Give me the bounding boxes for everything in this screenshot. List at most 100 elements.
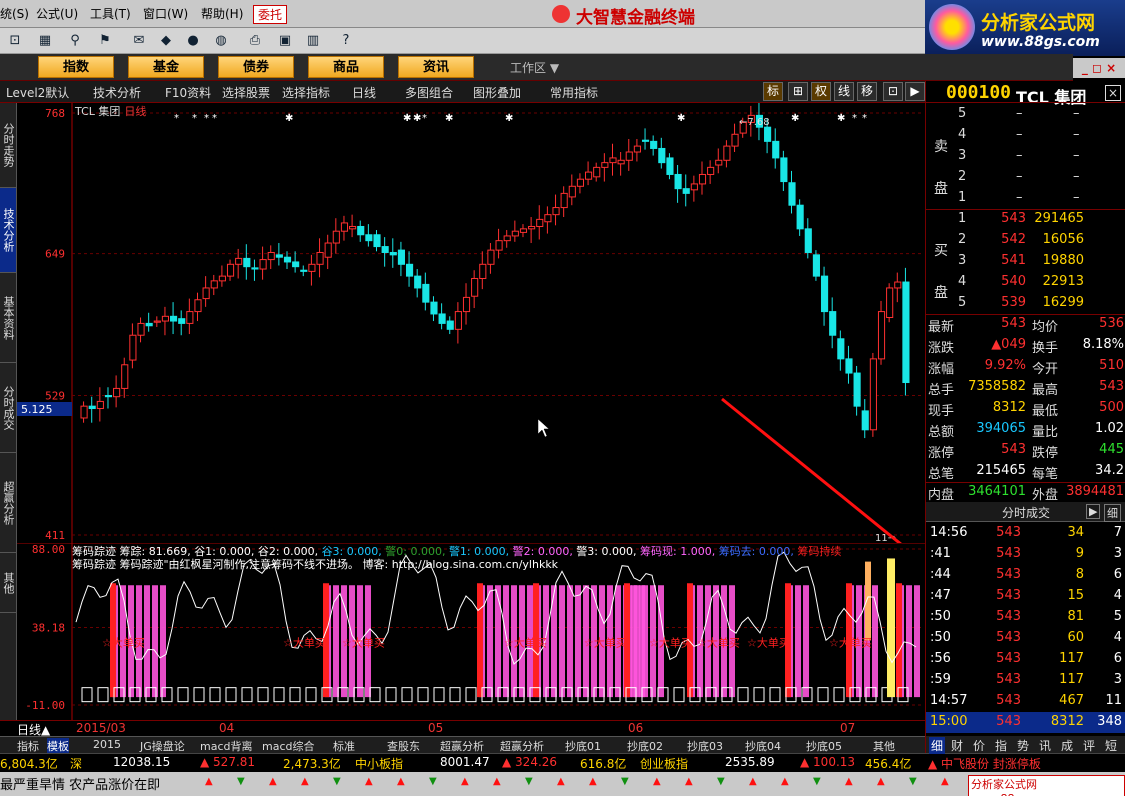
func-common-indicator[interactable]: 常用指标	[550, 84, 598, 101]
indicator-tab[interactable]: 抄底01	[565, 738, 601, 754]
stop-icon[interactable]: ●	[184, 32, 202, 50]
tick-count: 348	[1097, 714, 1122, 729]
mark-button[interactable]: 标	[763, 82, 783, 101]
nav-index-button[interactable]: 指数	[38, 56, 114, 78]
ticker-item[interactable]: ▲ 527.81	[200, 755, 255, 769]
news-icon[interactable]: ✉	[130, 32, 148, 50]
ticker-item[interactable]: 6,804.3亿	[0, 755, 58, 772]
func-level2[interactable]: Level2默认	[6, 84, 69, 101]
ticker-item[interactable]: ▲ 100.13	[800, 755, 855, 769]
menu-help[interactable]: 帮助(H)	[201, 5, 243, 22]
ticker-item[interactable]: 2,473.3亿	[283, 755, 341, 772]
func-daily[interactable]: 日线	[352, 84, 376, 101]
books-icon[interactable]: ▥	[304, 32, 322, 50]
indicator-tab[interactable]: 其他	[873, 738, 895, 754]
menu-formula[interactable]: 公式(U)	[36, 5, 78, 22]
binoculars-icon[interactable]: ⚲	[66, 32, 84, 50]
func-overlay[interactable]: 图形叠加	[473, 84, 521, 101]
indicator-tab[interactable]: 标准	[333, 738, 355, 754]
right-tab[interactable]: 短	[1105, 737, 1117, 754]
right-tab[interactable]: 财	[951, 737, 963, 754]
ticker-item[interactable]: 616.8亿	[580, 755, 626, 772]
vtab-intraday[interactable]: 分时走势	[0, 103, 16, 188]
rights-button[interactable]: 权	[811, 82, 831, 101]
weituo-button[interactable]: 委托	[253, 5, 288, 24]
right-tab[interactable]: 讯	[1039, 737, 1051, 754]
window-controls[interactable]: _ ◻ ×	[1073, 58, 1125, 78]
close-icon[interactable]: ×	[1105, 85, 1121, 101]
line-button[interactable]: 线	[834, 82, 854, 101]
next-button[interactable]: ▶	[905, 82, 925, 101]
connect-icon[interactable]: ⊡	[6, 32, 24, 50]
frame-button[interactable]: ⊡	[883, 82, 903, 101]
ticker-item[interactable]: 8001.47	[440, 755, 490, 769]
vtab-other[interactable]: 其他	[0, 553, 16, 613]
vtab-ticks[interactable]: 分时成交	[0, 363, 16, 453]
ticker-item[interactable]: ▲ 324.26	[502, 755, 557, 769]
indicator-tab[interactable]: 模板	[47, 738, 69, 754]
func-multi-chart[interactable]: 多图组合	[405, 84, 453, 101]
menu-system[interactable]: 统(S)	[0, 5, 29, 22]
nav-commodity-button[interactable]: 商品	[308, 56, 384, 78]
func-select-stock[interactable]: 选择股票	[222, 84, 270, 101]
right-tab[interactable]: 评	[1083, 737, 1095, 754]
indicator-tab[interactable]: 抄底03	[687, 738, 723, 754]
indicator-tab[interactable]: JG操盘论	[140, 738, 185, 754]
vtab-super-analysis[interactable]: 超赢分析	[0, 453, 16, 553]
stat-value: 445	[1099, 442, 1124, 457]
candle-body	[707, 166, 715, 175]
right-tab[interactable]: 细	[929, 737, 946, 754]
indicator-tab[interactable]: 查股东	[387, 738, 420, 754]
kline-chart[interactable]: 7686495294115.125* * * * ✱ ✱ ✱ * ✱ ✱ ✱ ✱ ✱ * *←7.6811→	[17, 103, 925, 543]
indicator-tab[interactable]: 抄底02	[627, 738, 663, 754]
vtab-tech-analysis[interactable]: 技术分析	[0, 188, 16, 273]
func-f10[interactable]: F10资料	[165, 84, 211, 101]
nav-news-button[interactable]: 资讯	[398, 56, 474, 78]
ticks-detail-button[interactable]: 细	[1104, 504, 1121, 522]
indicator-tab[interactable]: macd综合	[262, 738, 315, 754]
print-icon[interactable]: ⎙	[246, 32, 264, 50]
globe-icon[interactable]: ◍	[212, 32, 230, 50]
right-tab[interactable]: 价	[973, 737, 985, 754]
news-headline[interactable]: 最严重旱情 农产品涨价在即	[0, 774, 160, 793]
app-title: 大智慧金融终端	[576, 8, 695, 28]
ticker-item[interactable]: 中小板指	[355, 755, 403, 772]
workspace-label[interactable]: 工作区 ▼	[510, 59, 559, 76]
menu-tools[interactable]: 工具(T)	[90, 5, 131, 22]
vtab-fundamentals[interactable]: 基本资料	[0, 273, 16, 363]
grid-icon[interactable]: ▦	[36, 32, 54, 50]
menu-window[interactable]: 窗口(W)	[143, 5, 188, 22]
indicator-tab[interactable]: 超赢分析	[440, 738, 484, 754]
indicator-tab[interactable]: 抄底05	[806, 738, 842, 754]
ticker-item[interactable]: 2535.89	[725, 755, 775, 769]
ticker-item[interactable]: 456.4亿	[865, 755, 911, 772]
ticker-item[interactable]: ▲ 中飞股份 封涨停板	[928, 755, 1041, 772]
grid-button[interactable]: ⊞	[788, 82, 808, 101]
move-button[interactable]: 移	[857, 82, 877, 101]
ticker-item[interactable]: 深	[70, 755, 82, 772]
right-tab[interactable]: 势	[1017, 737, 1029, 754]
ticks-prev-button[interactable]: ▶	[1086, 504, 1101, 519]
alarm-icon[interactable]: ⚑	[96, 32, 114, 50]
help-cursor-icon[interactable]: ?	[337, 32, 355, 50]
nav-bond-button[interactable]: 债券	[218, 56, 294, 78]
trend-arrow-icon: ▲	[877, 776, 885, 787]
diamond-icon[interactable]: ◆	[157, 32, 175, 50]
right-tab[interactable]: 指	[995, 737, 1007, 754]
right-tab[interactable]: 成	[1061, 737, 1073, 754]
window-icon[interactable]: ▣	[276, 32, 294, 50]
func-tech-analysis[interactable]: 技术分析	[93, 84, 141, 101]
indicator-tab[interactable]: 2015	[93, 738, 121, 751]
candle-body	[804, 228, 812, 253]
indicator-tab[interactable]: 指标	[17, 738, 39, 754]
stat-label: 涨停	[928, 446, 955, 461]
indicator-tab[interactable]: macd背离	[200, 738, 253, 754]
nav-fund-button[interactable]: 基金	[128, 56, 204, 78]
ticker-item[interactable]: 12038.15	[113, 755, 170, 769]
func-select-indicator[interactable]: 选择指标	[282, 84, 330, 101]
indicator-tab[interactable]: 抄底04	[745, 738, 781, 754]
stat-row: 现手 8312 最低 500	[926, 398, 1125, 419]
ticker-item[interactable]: 创业板指	[640, 755, 688, 772]
edge-bar	[896, 583, 902, 698]
indicator-tab[interactable]: 超赢分析	[500, 738, 544, 754]
